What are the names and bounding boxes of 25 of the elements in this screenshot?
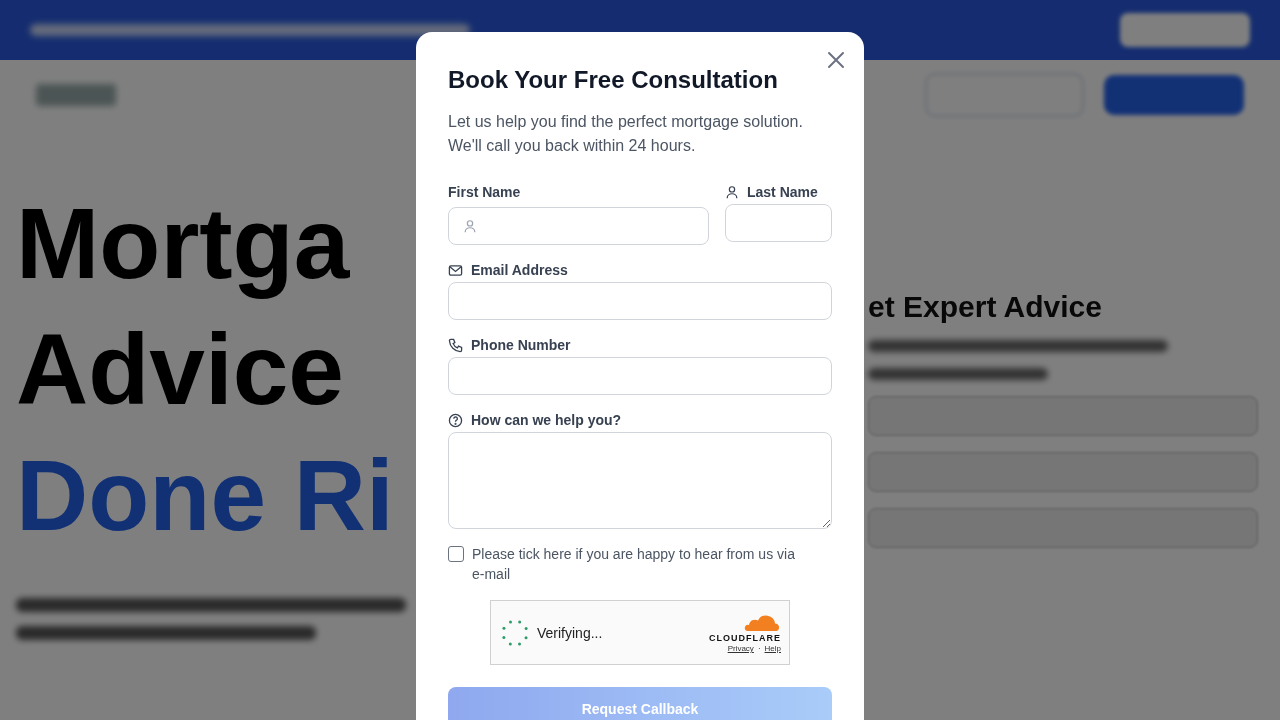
side-card-title: et Expert Advice (868, 290, 1103, 324)
consent-label: Please tick here if you are happy to hear from us via e-mail (472, 545, 796, 584)
help-link[interactable]: Help (764, 644, 781, 653)
input-field[interactable] (448, 357, 832, 395)
modal-subtitle: Let us help you find the perfect mortgage solution. We'll call you back within 24 hours. (448, 112, 804, 156)
field-label: Last Name (747, 183, 818, 202)
brand-name: CLOUDFLARE (709, 633, 781, 643)
captcha-status: Verifying... (537, 624, 603, 641)
field-label: How can we help you? (471, 411, 622, 430)
field-label: First Name (448, 183, 521, 202)
hero-accent-headline: Done Ri (16, 438, 395, 553)
hero-headline: Advice (16, 312, 345, 427)
checkbox[interactable] (448, 546, 464, 562)
input-field[interactable] (725, 204, 832, 242)
input-field[interactable] (448, 207, 709, 245)
hero-headline: Mortga (16, 186, 351, 301)
privacy-link[interactable]: Privacy (727, 644, 754, 653)
message-field[interactable] (448, 432, 832, 529)
input-field[interactable] (448, 282, 832, 320)
modal-title: Book Your Free Consultation (448, 66, 779, 94)
link-separator: · (757, 644, 761, 653)
close-icon[interactable] (826, 50, 846, 70)
cloud-logo-icon (743, 612, 781, 632)
field-label: Phone Number (471, 336, 571, 355)
field-label: Email Address (471, 261, 568, 280)
